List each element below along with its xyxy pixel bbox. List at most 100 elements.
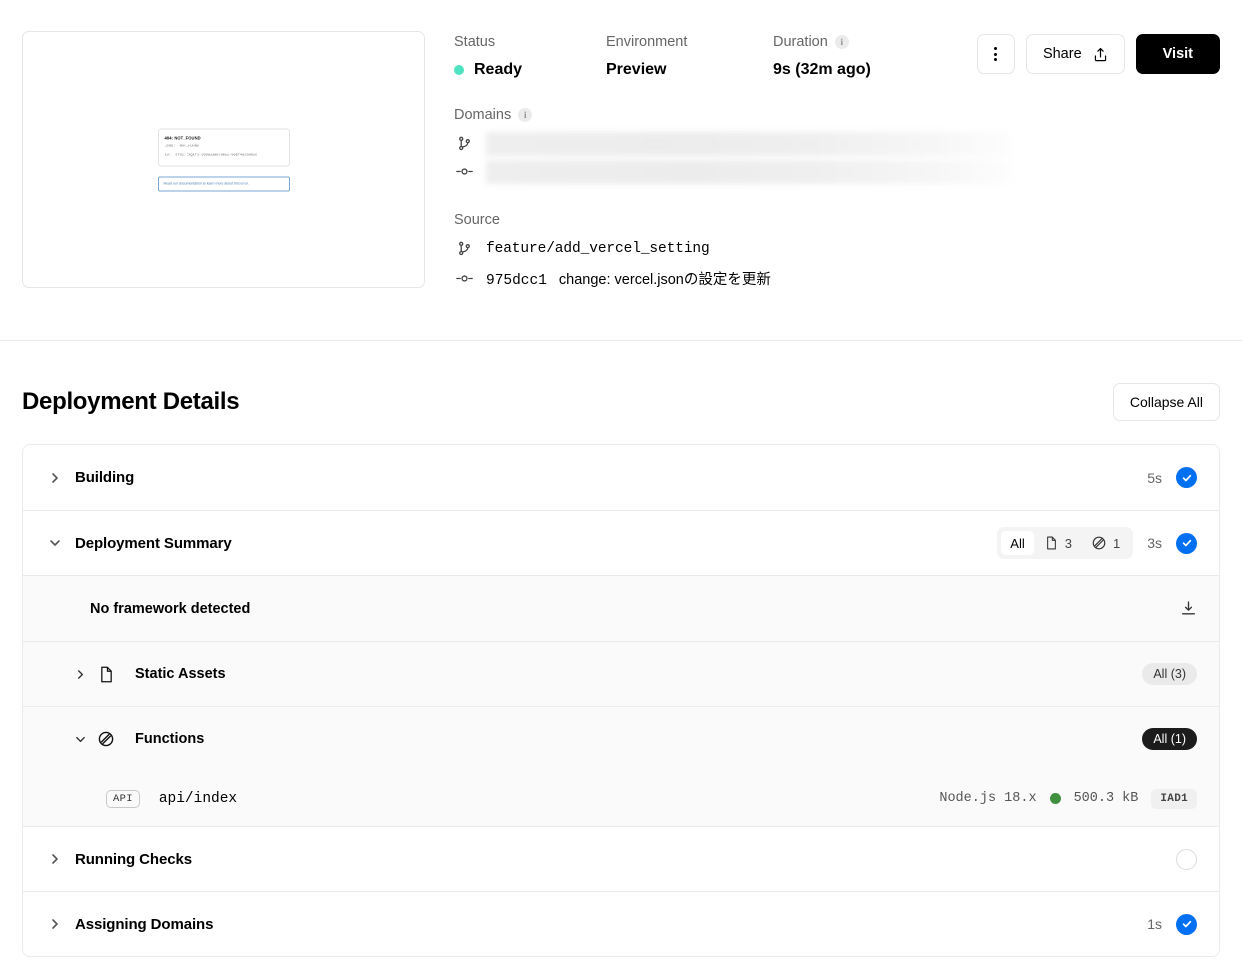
visit-button-label: Visit [1162,46,1193,62]
function-status-dot-icon [1049,793,1061,804]
deployment-summary-content: No framework detected Static Assets All … [23,575,1219,826]
file-icon [1045,536,1058,550]
domain-branch-redacted [486,131,1011,156]
domain-row-branch[interactable] [454,131,1220,157]
duration-label-wrap: Duration i [773,33,933,52]
preview-screenshot: 404: NOT_FOUND Code: `NOT_FOUND` ID: `sf… [157,127,290,192]
status-value: Ready [474,60,523,78]
chevron-right-icon [49,918,67,930]
status-check-icon [1176,532,1197,554]
status-dot-icon [454,64,464,75]
duration-value: 9s (32m ago) [773,60,871,78]
step-row-assigning-domains[interactable]: Assigning Domains 1s [23,891,1219,956]
step-label-assigning-domains: Assigning Domains [75,915,214,933]
deployment-preview-card[interactable]: 404: NOT_FOUND Code: `NOT_FOUND` ID: `sf… [22,31,425,288]
function-item-row[interactable]: API api/index Node.js 18.x 500.3 kB IAD1 [23,771,1219,826]
info-icon[interactable]: i [834,35,849,50]
header-actions: Share Visit [976,34,1220,74]
preview-docs-link: Read our documentation to learn more abo… [157,176,290,192]
more-options-button[interactable] [976,34,1015,74]
status-value-wrap: Ready [454,60,606,80]
file-icon [97,666,115,683]
share-icon [1093,47,1108,62]
domains-block: Domains i [454,106,1220,185]
source-commit-message: change: vercel.jsonの設定を更新 [558,272,771,289]
filter-functions-count: 1 [1112,535,1121,551]
collapse-all-button[interactable]: Collapse All [1112,383,1220,421]
step-label-running-checks: Running Checks [75,850,192,868]
domain-row-commit[interactable] [454,159,1220,185]
function-size: 500.3 kB [1073,791,1139,806]
summary-filter-toggle[interactable]: All 3 1 [997,527,1134,559]
deployment-header: 404: NOT_FOUND Code: `NOT_FOUND` ID: `sf… [0,0,1242,341]
kebab-menu-icon [994,47,998,61]
git-branch-icon [454,136,474,151]
preview-error-name: : NOT_FOUND [171,134,201,140]
function-region-badge: IAD1 [1151,788,1197,809]
chevron-down-icon [49,537,67,549]
function-runtime: Node.js 18.x [939,791,1037,806]
chevron-right-icon [49,853,67,865]
function-name: api/index [158,790,238,807]
status-label: Status [454,34,496,50]
chevron-down-icon [75,734,91,745]
filter-static-assets[interactable]: 3 [1036,531,1081,555]
status-check-icon [1176,467,1197,488]
static-assets-label: Static Assets [135,666,226,682]
step-row-deployment-summary[interactable]: Deployment Summary All 3 1 3s [23,510,1219,575]
deployment-details-section: Deployment Details Collapse All Building… [0,341,1242,957]
filter-all[interactable]: All [1001,531,1034,555]
download-icon[interactable] [1180,600,1197,617]
info-icon[interactable]: i [518,108,533,123]
filter-functions[interactable]: 1 [1083,531,1129,555]
static-assets-row[interactable]: Static Assets All (3) [23,641,1219,706]
domains-label-wrap: Domains i [454,106,1220,125]
duration-block: Duration i 9s (32m ago) [773,33,933,80]
chevron-right-icon [49,472,67,484]
static-assets-badge: All (3) [1142,663,1197,685]
step-duration-building: 5s [1147,469,1162,486]
environment-block: Environment Preview [606,33,773,80]
source-block: Source feature/add_vercel_setting 975dcc… [454,211,1220,290]
functions-label: Functions [135,731,205,747]
share-button[interactable]: Share [1025,34,1125,74]
page-title: Deployment Details [22,388,240,415]
deployment-steps-panel: Building 5s Deployment Summary All 3 1 3… [22,444,1220,957]
source-branch-row[interactable]: feature/add_vercel_setting [454,238,1220,260]
filter-static-assets-count: 3 [1064,535,1072,551]
preview-error-box: 404: NOT_FOUND Code: `NOT_FOUND` ID: `sf… [157,127,290,167]
environment-label: Environment [606,34,688,50]
status-check-icon [1176,913,1197,935]
share-button-label: Share [1042,46,1082,62]
step-duration-assigning-domains: 1s [1147,916,1162,932]
source-commit-sha: 975dcc1 [486,273,547,290]
layers-icon [1092,536,1106,550]
status-block: Status Ready [454,33,606,80]
git-commit-icon [454,164,474,179]
environment-value: Preview [606,60,667,78]
preview-error-id-line: ID: `sfo1::xgxf1-1698339679052-96ef4e269… [164,153,260,158]
git-branch-icon [454,241,474,256]
domains-label: Domains [454,106,512,123]
visit-button[interactable]: Visit [1135,34,1220,74]
step-row-building[interactable]: Building 5s [23,445,1219,510]
status-pending-icon [1176,848,1197,870]
layers-icon [97,731,115,747]
step-label-deployment-summary: Deployment Summary [75,534,232,552]
framework-label: No framework detected [90,600,251,617]
git-commit-icon [454,271,474,286]
api-tag: API [106,789,140,808]
duration-label: Duration [773,34,828,50]
functions-row[interactable]: Functions All (1) [23,706,1219,771]
source-commit-row[interactable]: 975dcc1 change: vercel.jsonの設定を更新 [454,268,1220,290]
domain-commit-redacted [486,159,1011,184]
preview-error-code-line: Code: `NOT_FOUND` [164,144,202,149]
filter-all-label: All [1010,535,1025,551]
step-row-running-checks[interactable]: Running Checks [23,826,1219,891]
framework-row: No framework detected [23,576,1219,641]
functions-badge: All (1) [1142,728,1197,750]
source-label: Source [454,211,500,228]
chevron-right-icon [75,669,91,680]
source-branch-name: feature/add_vercel_setting [486,240,710,257]
step-duration-summary: 3s [1147,535,1162,551]
